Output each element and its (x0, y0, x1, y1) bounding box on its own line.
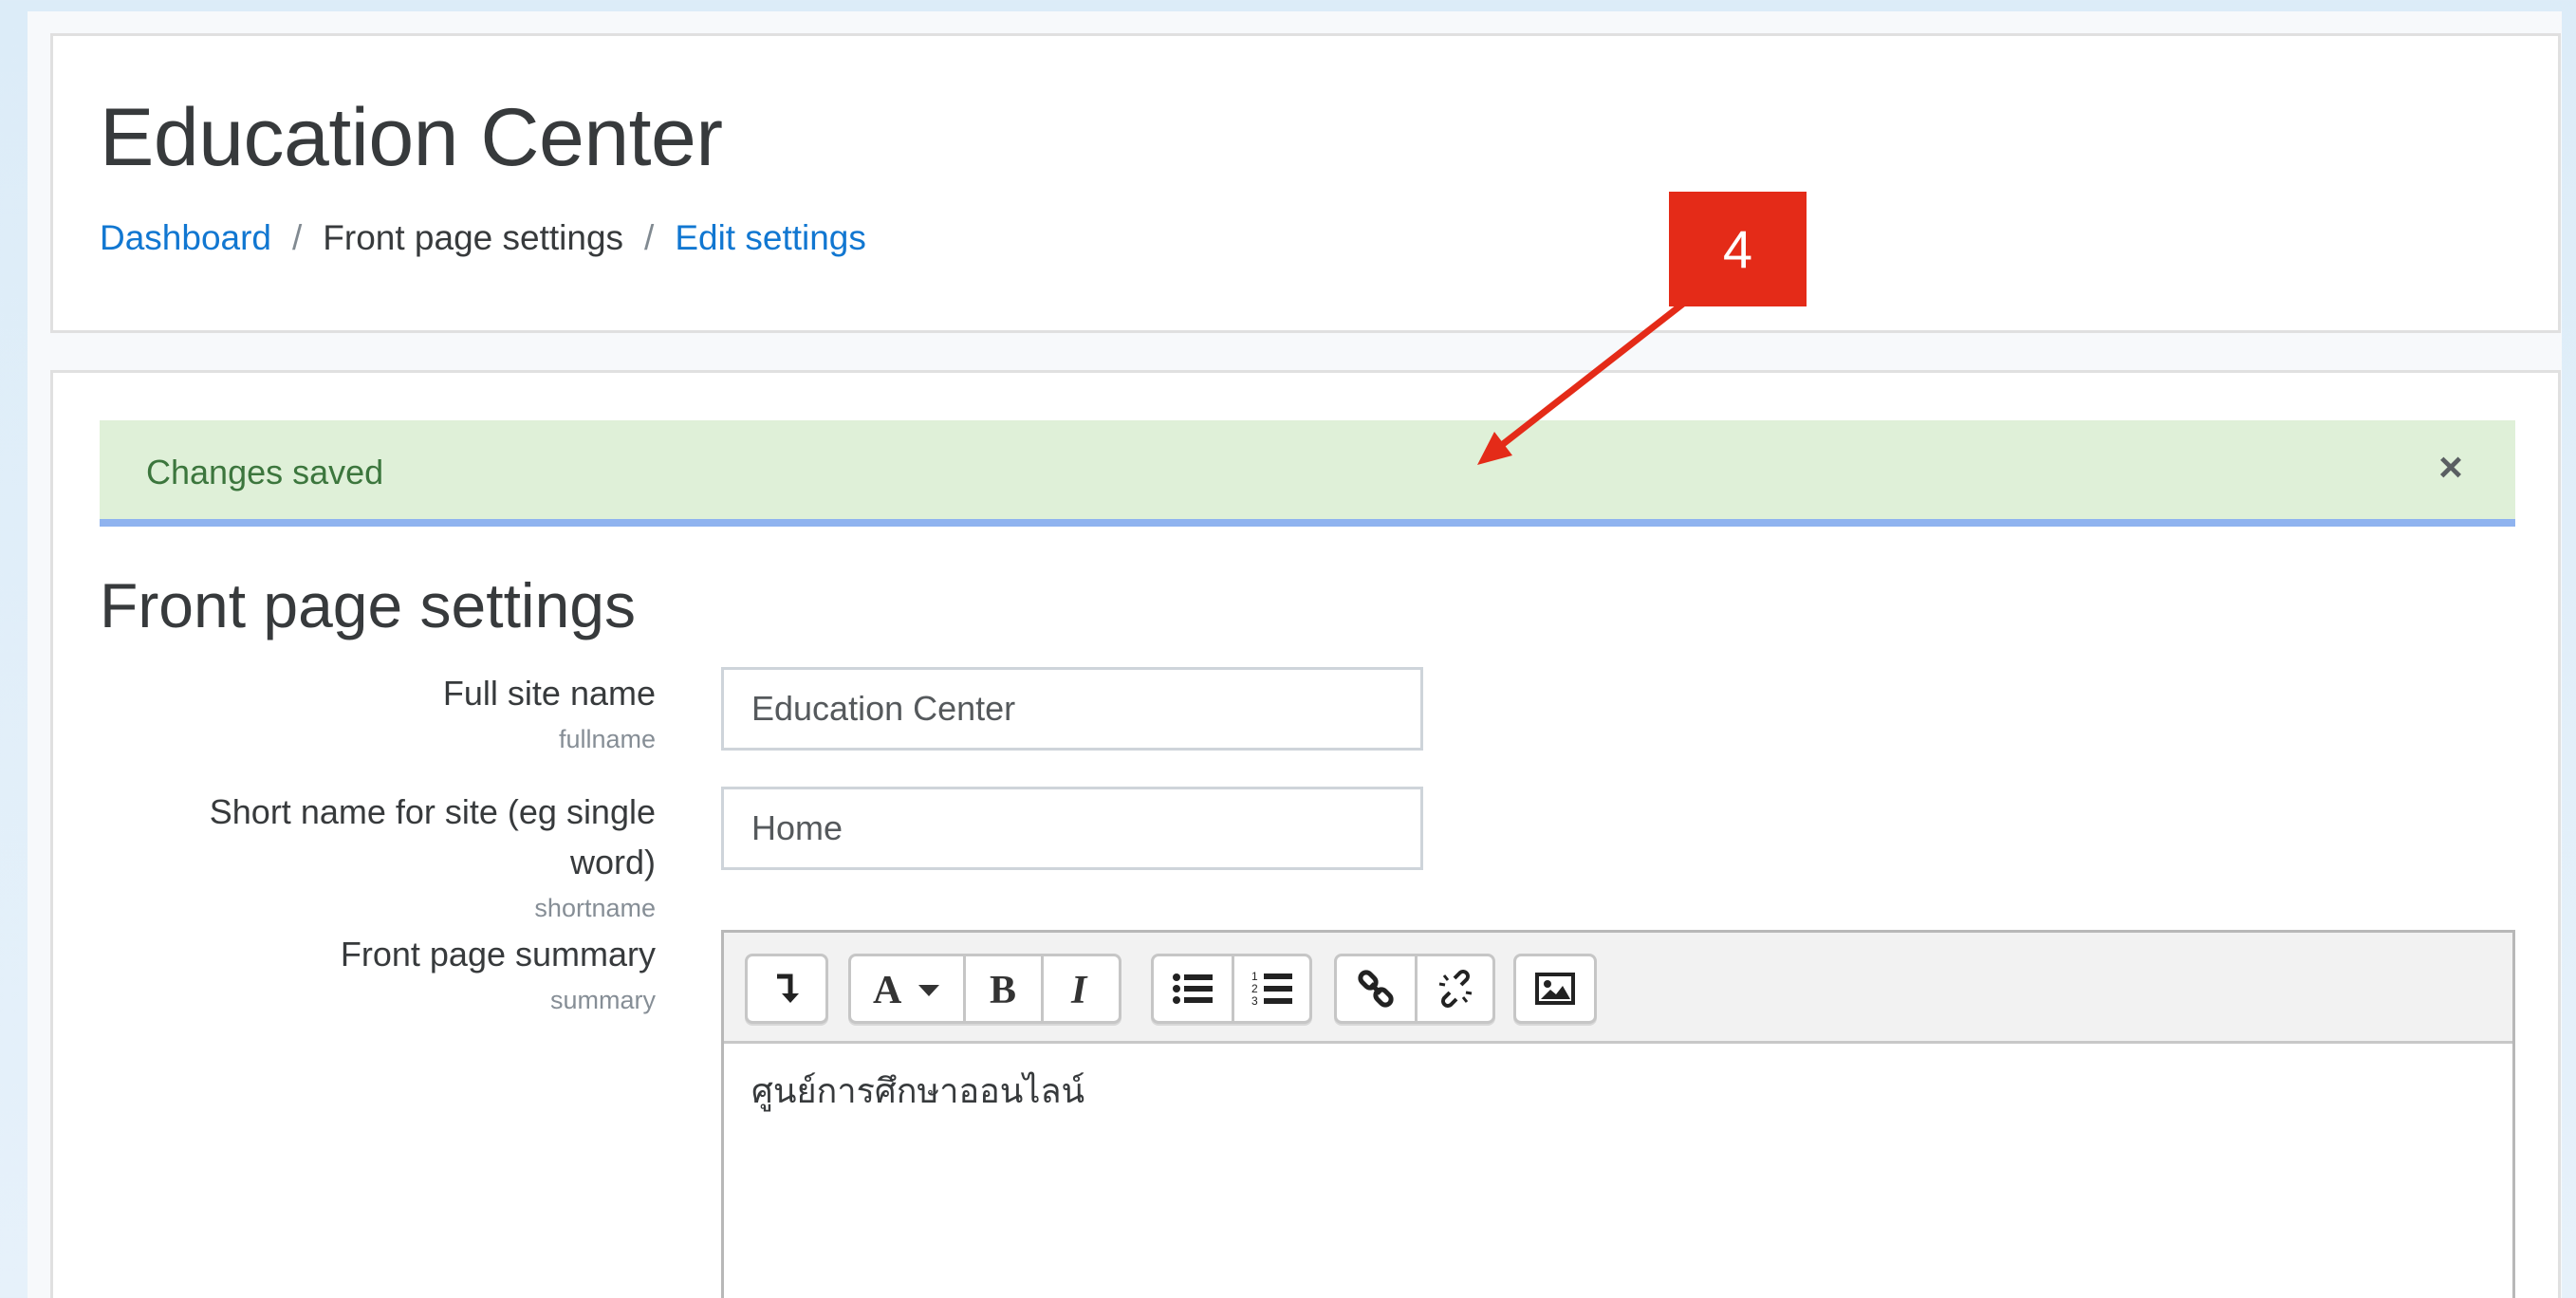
close-icon[interactable]: × (2432, 445, 2470, 491)
bold-icon[interactable]: B (963, 956, 1041, 1021)
breadcrumb-separator: / (292, 218, 303, 257)
alert-message: Changes saved (146, 453, 384, 491)
svg-text:I: I (1070, 970, 1088, 1008)
page-header: Education Center Dashboard / Front page … (50, 33, 2561, 333)
svg-text:A: A (873, 970, 902, 1008)
image-icon[interactable] (1516, 956, 1594, 1021)
editor-toolbar: A B I 123 (724, 933, 2512, 1044)
main-content: Changes saved × Front page settings Full… (50, 370, 2561, 1298)
font-style-icon[interactable]: A (851, 956, 963, 1021)
success-alert: Changes saved × (100, 420, 2515, 527)
breadcrumb-front-page-settings: Front page settings (323, 218, 624, 257)
toolbar-group-media (1513, 954, 1597, 1024)
breadcrumb-separator: / (644, 218, 655, 257)
ordered-list-icon[interactable]: 123 (1232, 956, 1309, 1021)
site-title: Education Center (100, 92, 723, 183)
unlink-icon[interactable] (1415, 956, 1492, 1021)
svg-text:1: 1 (1251, 970, 1258, 983)
fullname-input[interactable]: Education Center (721, 667, 1423, 751)
shortname-label-line2: word) (569, 843, 656, 881)
fullname-label-group: Full site name fullname (53, 668, 656, 760)
toolbar-group-text: A B I (848, 954, 1121, 1024)
page-heading: Front page settings (100, 570, 636, 640)
unordered-list-icon[interactable] (1154, 956, 1232, 1021)
toolbar-group-lists: 123 (1151, 954, 1312, 1024)
svg-text:2: 2 (1251, 982, 1258, 995)
italic-icon[interactable]: I (1041, 956, 1119, 1021)
toolbar-group-links (1334, 954, 1495, 1024)
shortname-key: shortname (534, 894, 656, 922)
summary-key: summary (549, 986, 656, 1014)
shortname-input[interactable]: Home (721, 787, 1423, 870)
breadcrumb-dashboard-link[interactable]: Dashboard (100, 218, 271, 258)
shortname-label-line1: Short name for site (eg single (209, 792, 656, 831)
editor-content[interactable]: ศูนย์การศึกษาออนไลน์ (751, 1064, 1084, 1118)
expand-toolbar-icon[interactable] (748, 956, 825, 1021)
summary-label-group: Front page summary summary (53, 929, 656, 1021)
link-icon[interactable] (1337, 956, 1415, 1021)
breadcrumb: Dashboard / Front page settings / Edit s… (100, 218, 866, 258)
summary-label: Front page summary (340, 935, 656, 974)
svg-text:3: 3 (1251, 994, 1258, 1008)
fullname-key: fullname (558, 725, 656, 753)
shortname-label-group: Short name for site (eg single word) sho… (53, 787, 656, 929)
svg-text:B: B (990, 970, 1016, 1008)
breadcrumb-edit-settings-link[interactable]: Edit settings (675, 218, 866, 258)
summary-editor: A B I 123 ศูนย์การศึกษาออนไลน์ (721, 930, 2515, 1298)
toolbar-group-expand (745, 954, 828, 1024)
fullname-label: Full site name (442, 674, 656, 713)
annotation-step-badge: 4 (1669, 192, 1807, 306)
